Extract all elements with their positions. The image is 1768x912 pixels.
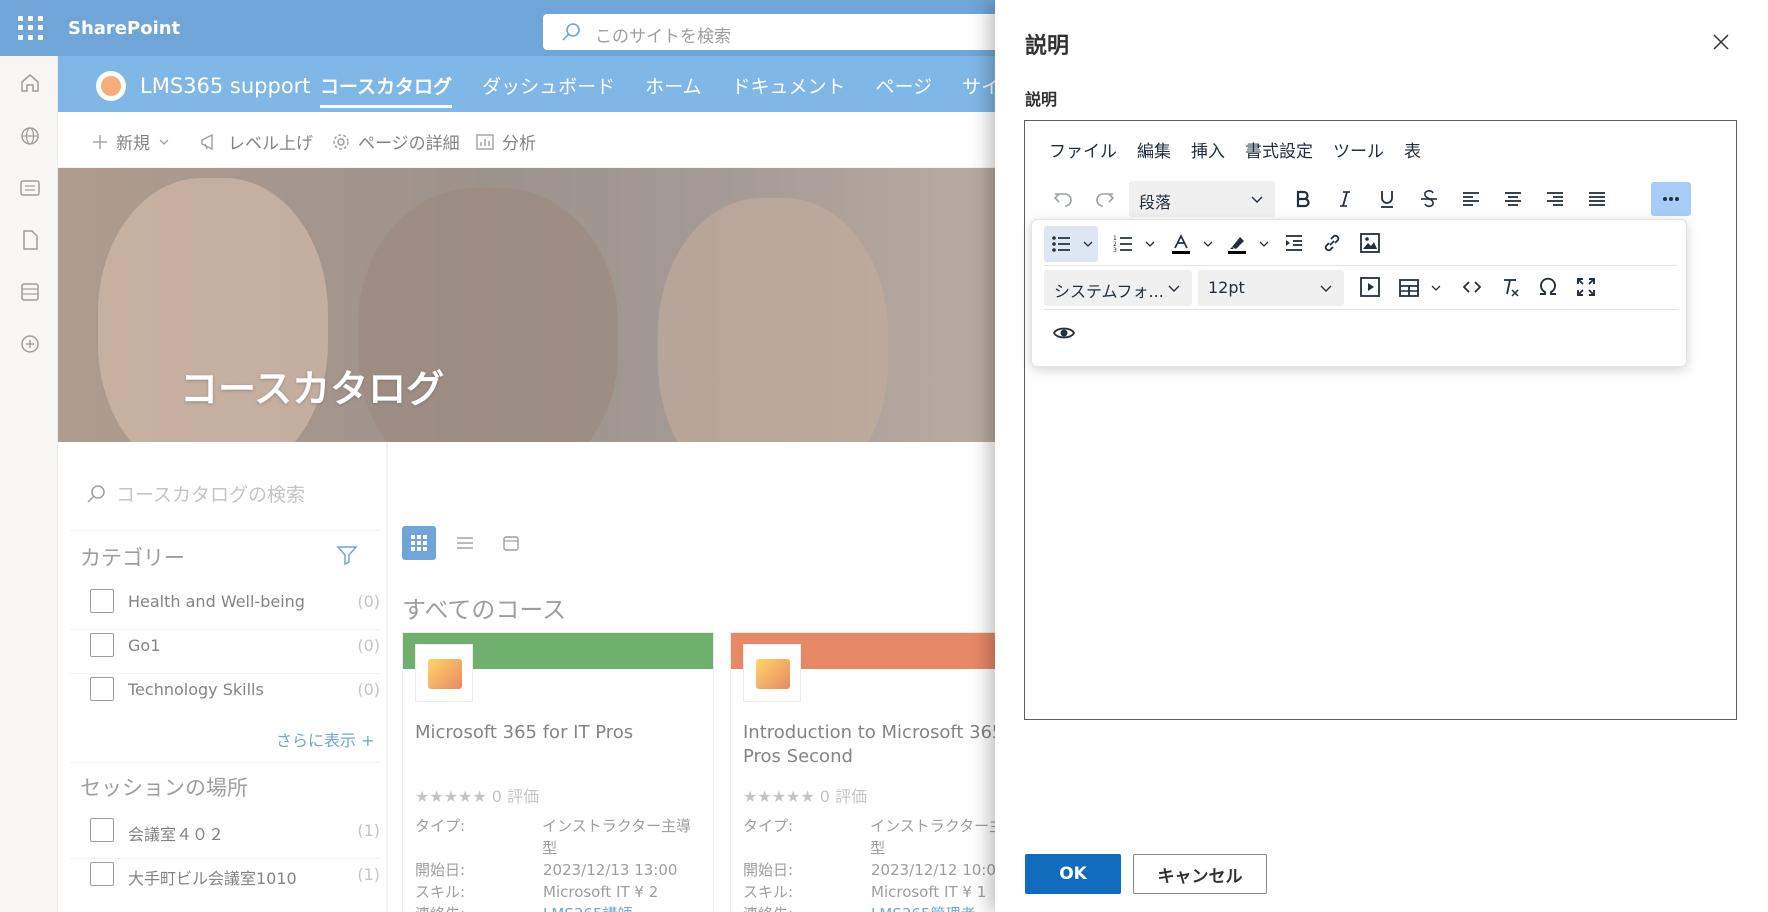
undo-button[interactable] [1045, 182, 1081, 216]
bold-button[interactable] [1285, 182, 1321, 216]
align-right-icon [1547, 192, 1563, 206]
indent-icon [1286, 235, 1302, 251]
justify-icon [1589, 192, 1605, 206]
font-size-value: 12pt [1208, 278, 1245, 297]
close-icon[interactable] [1709, 30, 1733, 54]
image-icon [1360, 233, 1380, 253]
table-dropdown[interactable] [1426, 270, 1446, 306]
numbered-list-dropdown[interactable] [1140, 226, 1160, 262]
table-split-button[interactable] [1392, 270, 1446, 306]
omega-icon [1540, 277, 1556, 295]
align-left-button[interactable] [1453, 182, 1489, 216]
redo-icon [1096, 193, 1115, 207]
justify-button[interactable] [1579, 182, 1615, 216]
table-icon [1399, 279, 1419, 297]
bullet-list-dropdown[interactable] [1078, 226, 1098, 262]
cancel-button[interactable]: キャンセル [1133, 854, 1267, 894]
numbered-list-button[interactable]: 123 [1106, 226, 1140, 262]
description-panel: 説明 説明 ファイル 編集 挿入 書式設定 ツール 表 段落 1 2 3 システ… [995, 0, 1768, 912]
align-center-button[interactable] [1495, 182, 1531, 216]
undo-icon [1053, 193, 1072, 207]
align-left-icon [1463, 192, 1479, 206]
fullscreen-button[interactable] [1568, 270, 1604, 304]
bullet-list-button[interactable] [1044, 226, 1078, 262]
highlight-color-dropdown[interactable] [1254, 226, 1274, 262]
preview-button[interactable] [1046, 316, 1082, 350]
strikethrough-icon [1421, 190, 1437, 208]
menu-insert[interactable]: 挿入 [1191, 137, 1225, 162]
indent-button[interactable] [1276, 226, 1312, 260]
italic-button[interactable] [1327, 182, 1363, 216]
menu-tools[interactable]: ツール [1333, 137, 1384, 162]
font-size-select[interactable]: 12pt [1198, 270, 1344, 306]
media-icon [1360, 277, 1380, 297]
chevron-down-icon [1168, 285, 1180, 292]
rich-text-editor[interactable]: ファイル 編集 挿入 書式設定 ツール 表 段落 1 2 3 システムフォ...… [1024, 120, 1737, 720]
chevron-down-icon [1320, 285, 1332, 292]
highlight-color-split-button[interactable] [1220, 226, 1274, 262]
code-icon [1462, 281, 1482, 293]
source-code-button[interactable] [1454, 270, 1490, 304]
table-button[interactable] [1392, 270, 1426, 306]
block-format-value: 段落 [1139, 193, 1172, 212]
eye-icon [1052, 327, 1076, 339]
menu-edit[interactable]: 編集 [1137, 137, 1171, 162]
more-tools-flyout: 123 システムフォ... 12pt [1031, 219, 1687, 367]
text-color-split-button[interactable] [1164, 226, 1218, 262]
media-button[interactable] [1352, 270, 1388, 304]
clear-formatting-icon [1504, 279, 1519, 297]
flyout-row-1: 123 [1044, 222, 1678, 266]
special-character-button[interactable] [1530, 270, 1566, 304]
text-color-button[interactable] [1164, 226, 1198, 262]
font-family-select[interactable]: システムフォ... [1044, 270, 1192, 306]
chevron-down-icon [1259, 241, 1269, 247]
strikethrough-button[interactable] [1411, 182, 1447, 216]
svg-text:3: 3 [1113, 247, 1117, 254]
highlighter-icon [1228, 237, 1246, 254]
more-tools-button[interactable] [1651, 182, 1691, 216]
link-icon [1324, 234, 1340, 252]
bullet-list-split-button[interactable] [1044, 226, 1098, 262]
underline-icon [1381, 191, 1393, 208]
numbered-list-icon: 123 [1113, 235, 1132, 254]
bold-icon [1296, 190, 1310, 208]
highlight-color-button[interactable] [1220, 226, 1254, 262]
image-button[interactable] [1352, 226, 1388, 260]
chevron-down-icon [1083, 241, 1093, 247]
align-center-icon [1505, 192, 1521, 206]
clear-formatting-button[interactable] [1492, 270, 1528, 304]
menu-format[interactable]: 書式設定 [1245, 137, 1313, 162]
panel-title: 説明 [1025, 34, 1070, 59]
link-button[interactable] [1314, 226, 1350, 260]
menu-table[interactable]: 表 [1404, 137, 1421, 162]
field-label: 説明 [1025, 90, 1058, 109]
font-family-value: システムフォ... [1054, 282, 1164, 301]
bullet-list-icon [1052, 236, 1070, 252]
underline-button[interactable] [1369, 182, 1405, 216]
fullscreen-icon [1577, 278, 1595, 296]
editor-menubar: ファイル 編集 挿入 書式設定 ツール 表 [1049, 137, 1421, 162]
block-format-select[interactable]: 段落 [1129, 181, 1275, 217]
flyout-row-3 [1044, 310, 1678, 354]
chevron-down-icon [1431, 285, 1441, 291]
numbered-list-split-button[interactable]: 123 [1106, 226, 1160, 262]
text-color-icon [1172, 234, 1190, 254]
menu-file[interactable]: ファイル [1049, 137, 1117, 162]
editor-toolbar: 段落 [1037, 179, 1727, 219]
redo-button[interactable] [1087, 182, 1123, 216]
flyout-row-2: システムフォ... 12pt [1044, 266, 1678, 310]
chevron-down-icon [1203, 241, 1213, 247]
align-right-button[interactable] [1537, 182, 1573, 216]
text-color-dropdown[interactable] [1198, 226, 1218, 262]
ellipsis-icon [1663, 197, 1679, 201]
italic-icon [1340, 191, 1350, 207]
ok-button[interactable]: OK [1025, 854, 1121, 894]
chevron-down-icon [1145, 241, 1155, 247]
chevron-down-icon [1251, 196, 1263, 203]
